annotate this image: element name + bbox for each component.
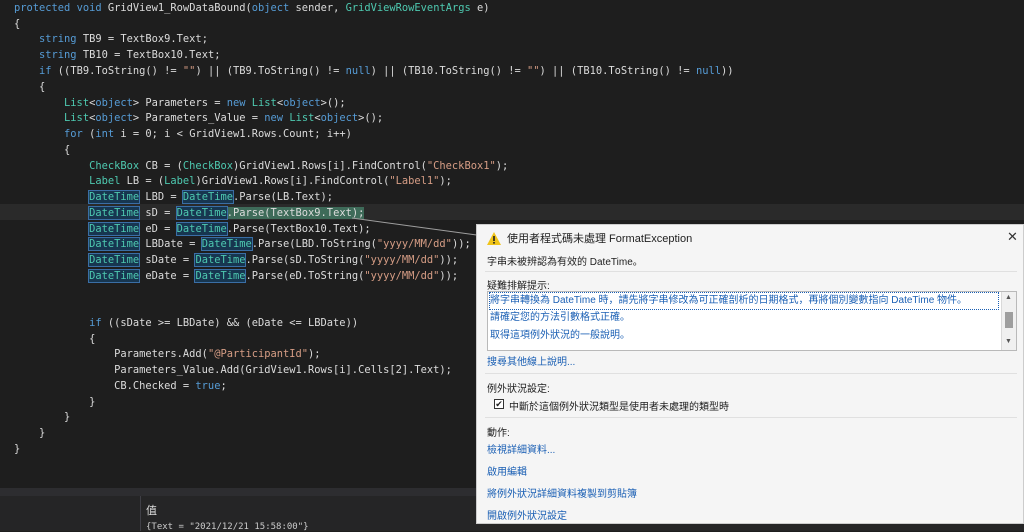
code-line[interactable]: } xyxy=(14,409,70,425)
tips-scrollbar[interactable]: ▲ ▼ xyxy=(1001,292,1016,350)
column-divider[interactable] xyxy=(140,496,141,531)
code-line[interactable]: } xyxy=(14,441,20,457)
code-line[interactable]: if ((TB9.ToString() != "") || (TB9.ToStr… xyxy=(14,63,733,79)
close-icon[interactable]: ✕ xyxy=(1007,229,1018,245)
settings-header: 例外狀況設定: xyxy=(487,384,550,395)
code-line[interactable]: protected void GridView1_RowDataBound(ob… xyxy=(14,0,490,16)
code-line[interactable]: { xyxy=(14,142,70,158)
tip-item[interactable]: 將字串轉換為 DateTime 時，請先將字串修改為可正確剖析的日期格式，再將個… xyxy=(489,292,999,310)
code-line[interactable]: DateTime LBD = DateTime.Parse(LB.Text); xyxy=(14,189,333,205)
code-line[interactable]: } xyxy=(14,394,95,410)
code-line[interactable]: { xyxy=(14,16,20,32)
code-line[interactable]: string TB9 = TextBox9.Text; xyxy=(14,31,208,47)
code-line[interactable]: for (int i = 0; i < GridView1.Rows.Count… xyxy=(14,126,352,142)
code-line[interactable]: DateTime eD = DateTime.Parse(TextBox10.T… xyxy=(14,221,371,237)
exception-message: 字串未被辨認為有效的 DateTime。 xyxy=(487,257,643,268)
exception-helper: 使用者程式碼未處理 FormatException ✕ 字串未被辨認為有效的 D… xyxy=(476,224,1024,524)
code-line[interactable]: List<object> Parameters_Value = new List… xyxy=(14,110,383,126)
code-line[interactable]: List<object> Parameters = new List<objec… xyxy=(14,95,346,111)
exception-title: 使用者程式碼未處理 FormatException xyxy=(507,233,693,245)
divider xyxy=(485,373,1017,374)
warning-icon xyxy=(487,232,501,245)
scroll-up-icon[interactable]: ▲ xyxy=(1005,294,1012,301)
code-line[interactable]: Parameters_Value.Add(GridView1.Rows[i].C… xyxy=(14,362,452,378)
watch-column-header[interactable]: 值 xyxy=(146,502,157,518)
tips-list[interactable]: 將字串轉換為 DateTime 時，請先將字串修改為可正確剖析的日期格式，再將個… xyxy=(487,291,1017,351)
code-line[interactable]: { xyxy=(14,331,95,347)
divider xyxy=(485,271,1017,272)
code-line[interactable]: } xyxy=(14,425,45,441)
actions-header: 動作: xyxy=(487,428,510,439)
code-line[interactable]: CheckBox CB = (CheckBox)GridView1.Rows[i… xyxy=(14,158,508,174)
break-on-exception-checkbox[interactable]: ✔ xyxy=(494,399,504,409)
code-line-exception[interactable]: DateTime sD = DateTime.Parse(TextBox9.Te… xyxy=(14,205,365,221)
code-line[interactable]: Parameters.Add("@ParticipantId"); xyxy=(14,346,320,362)
open-exception-settings-link[interactable]: 開啟例外狀況設定 xyxy=(487,507,567,522)
divider xyxy=(485,417,1017,418)
code-line[interactable]: DateTime sDate = DateTime.Parse(sD.ToStr… xyxy=(14,252,458,268)
enable-editing-link[interactable]: 啟用編輯 xyxy=(487,463,527,478)
view-details-link[interactable]: 檢視詳細資料... xyxy=(487,441,555,456)
tip-item[interactable]: 取得這項例外狀況的一般說明。 xyxy=(490,328,630,344)
code-line[interactable]: { xyxy=(14,79,45,95)
code-line[interactable]: Label LB = (Label)GridView1.Rows[i].Find… xyxy=(14,173,452,189)
code-line[interactable]: DateTime eDate = DateTime.Parse(eD.ToStr… xyxy=(14,268,458,284)
tip-item[interactable]: 請確定您的方法引數格式正確。 xyxy=(490,310,630,326)
scroll-thumb[interactable] xyxy=(1005,312,1013,328)
code-line[interactable]: DateTime LBDate = DateTime.Parse(LBD.ToS… xyxy=(14,236,471,252)
search-online-link[interactable]: 搜尋其他線上說明... xyxy=(487,353,575,368)
code-line[interactable]: string TB10 = TextBox10.Text; xyxy=(14,47,220,63)
exception-pointer xyxy=(352,217,484,237)
tips-header: 疑難排解提示: xyxy=(487,281,550,292)
copy-details-link[interactable]: 將例外狀況詳細資料複製到剪貼簿 xyxy=(487,485,637,500)
scroll-down-icon[interactable]: ▼ xyxy=(1005,338,1012,345)
code-line[interactable]: if ((sDate >= LBDate) && (eDate <= LBDat… xyxy=(14,315,358,331)
code-line[interactable]: CB.Checked = true; xyxy=(14,378,227,394)
break-on-exception-label[interactable]: 中斷於這個例外狀況類型是使用者未處理的類型時 xyxy=(509,398,729,413)
